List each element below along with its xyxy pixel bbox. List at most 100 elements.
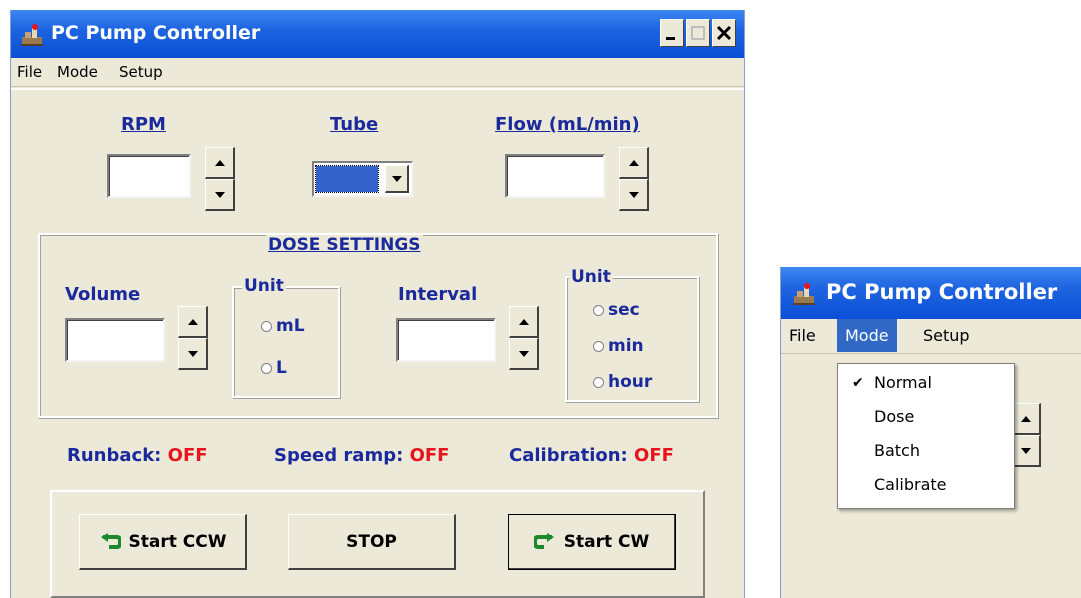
mode-item-batch-label: Batch xyxy=(874,441,920,460)
menu-bar-2: File Mode Setup xyxy=(781,319,1081,354)
spinner-down-button[interactable] xyxy=(1011,435,1041,467)
flow-up-button[interactable] xyxy=(619,147,649,179)
radio-ml[interactable]: mL xyxy=(261,316,305,336)
title-bar[interactable]: PC Pump Controller xyxy=(11,10,744,58)
runback-status: Runback: OFF xyxy=(67,445,208,466)
pump-app-icon xyxy=(21,24,43,46)
menu-bar: File Mode Setup xyxy=(11,58,744,87)
menu-file-2[interactable]: File xyxy=(781,319,824,352)
interval-input[interactable] xyxy=(396,318,496,362)
calibration-status: Calibration: OFF xyxy=(509,445,674,466)
mode-item-calibrate[interactable]: Calibrate xyxy=(838,468,1014,502)
close-icon xyxy=(716,25,732,41)
radio-circle xyxy=(593,340,604,352)
main-window: PC Pump Controller File Mode Setup RPM T… xyxy=(10,10,745,598)
speed-ramp-status: Speed ramp: OFF xyxy=(274,445,449,466)
arrow-down-icon xyxy=(1020,447,1031,454)
volume-down-button[interactable] xyxy=(178,338,208,370)
maximize-button[interactable] xyxy=(686,19,710,47)
mode-item-normal[interactable]: ✔ Normal xyxy=(838,366,1014,400)
rpm-input[interactable] xyxy=(107,154,191,198)
title-bar-2[interactable]: PC Pump Controller xyxy=(781,267,1081,319)
menu-setup[interactable]: Setup xyxy=(119,63,163,81)
rpm-label[interactable]: RPM xyxy=(121,114,166,135)
window-title: PC Pump Controller xyxy=(51,22,261,44)
radio-circle xyxy=(593,376,604,388)
rpm-spinner xyxy=(205,147,235,211)
radio-hour[interactable]: hour xyxy=(593,372,652,392)
close-button[interactable] xyxy=(712,19,736,47)
interval-down-button[interactable] xyxy=(509,338,539,370)
menu-mode-2-active[interactable]: Mode xyxy=(837,319,897,352)
spinner-partial xyxy=(1011,403,1041,467)
radio-circle xyxy=(261,320,272,332)
radio-min[interactable]: min xyxy=(593,336,644,356)
spinner-up-button[interactable] xyxy=(1011,403,1041,435)
stop-button[interactable]: STOP xyxy=(288,514,456,570)
interval-unit-title: Unit xyxy=(569,267,613,287)
arrow-down-icon xyxy=(187,350,198,357)
stop-label: STOP xyxy=(346,531,397,552)
radio-ml-label: mL xyxy=(276,316,305,336)
mode-menu-window: PC Pump Controller File Mode Setup ✔ Nor… xyxy=(780,267,1081,598)
volume-unit-group xyxy=(232,286,340,398)
radio-min-label: min xyxy=(608,336,644,356)
interval-spinner xyxy=(509,306,539,370)
flow-spinner xyxy=(619,147,649,211)
flow-input[interactable] xyxy=(505,154,605,198)
arrow-down-icon xyxy=(628,191,639,198)
arrow-up-icon xyxy=(214,159,225,166)
minimize-button[interactable] xyxy=(660,19,684,47)
checkmark-icon: ✔ xyxy=(852,375,864,391)
menu-mode[interactable]: Mode xyxy=(57,63,98,81)
radio-l[interactable]: L xyxy=(261,358,287,378)
arrow-up-icon xyxy=(1020,415,1031,422)
radio-circle xyxy=(261,362,272,374)
start-cw-label: Start CW xyxy=(563,531,650,552)
mode-item-calibrate-label: Calibrate xyxy=(874,475,947,494)
arrow-cw-icon xyxy=(533,532,554,549)
menu-file[interactable]: File xyxy=(17,63,42,81)
arrow-up-icon xyxy=(518,318,529,325)
dose-settings-title: DOSE SETTINGS xyxy=(266,235,423,255)
arrow-down-icon xyxy=(214,191,225,198)
volume-input[interactable] xyxy=(65,318,165,362)
mode-item-normal-label: Normal xyxy=(874,373,932,392)
rpm-down-button[interactable] xyxy=(205,179,235,211)
mode-dropdown-menu: ✔ Normal Dose Batch Calibrate xyxy=(837,363,1015,509)
speed-ramp-value: OFF xyxy=(409,445,450,466)
chevron-down-icon xyxy=(391,175,402,182)
calibration-value: OFF xyxy=(634,445,674,466)
start-ccw-label: Start CCW xyxy=(128,531,227,552)
tube-selection xyxy=(315,165,379,193)
flow-label[interactable]: Flow (mL/min) xyxy=(495,114,640,135)
start-ccw-button[interactable]: Start CCW xyxy=(79,514,247,570)
flow-down-button[interactable] xyxy=(619,179,649,211)
pump-app-icon xyxy=(793,283,815,305)
interval-up-button[interactable] xyxy=(509,306,539,338)
radio-sec-label: sec xyxy=(608,300,640,320)
tube-label[interactable]: Tube xyxy=(330,114,378,135)
radio-circle xyxy=(593,304,604,316)
arrow-up-icon xyxy=(628,159,639,166)
volume-up-button[interactable] xyxy=(178,306,208,338)
mode-item-dose[interactable]: Dose xyxy=(838,400,1014,434)
arrow-ccw-icon xyxy=(100,532,121,549)
radio-sec[interactable]: sec xyxy=(593,300,640,320)
calibration-label: Calibration: xyxy=(509,445,628,466)
menu-setup-2[interactable]: Setup xyxy=(915,319,978,352)
runback-label: Runback: xyxy=(67,445,162,466)
rpm-up-button[interactable] xyxy=(205,147,235,179)
client-area: RPM Tube Flow (mL/min) DOSE SETTINGS Vol… xyxy=(11,88,744,598)
mode-item-batch[interactable]: Batch xyxy=(838,434,1014,468)
arrow-down-icon xyxy=(518,350,529,357)
minimize-icon xyxy=(666,37,675,40)
tube-select[interactable] xyxy=(312,161,413,197)
volume-spinner xyxy=(178,306,208,370)
mode-item-dose-label: Dose xyxy=(874,407,915,426)
volume-unit-title: Unit xyxy=(242,276,286,296)
tube-dropdown-button[interactable] xyxy=(385,165,409,193)
start-cw-button[interactable]: Start CW xyxy=(508,514,676,570)
runback-value: OFF xyxy=(167,445,208,466)
radio-l-label: L xyxy=(276,358,287,378)
